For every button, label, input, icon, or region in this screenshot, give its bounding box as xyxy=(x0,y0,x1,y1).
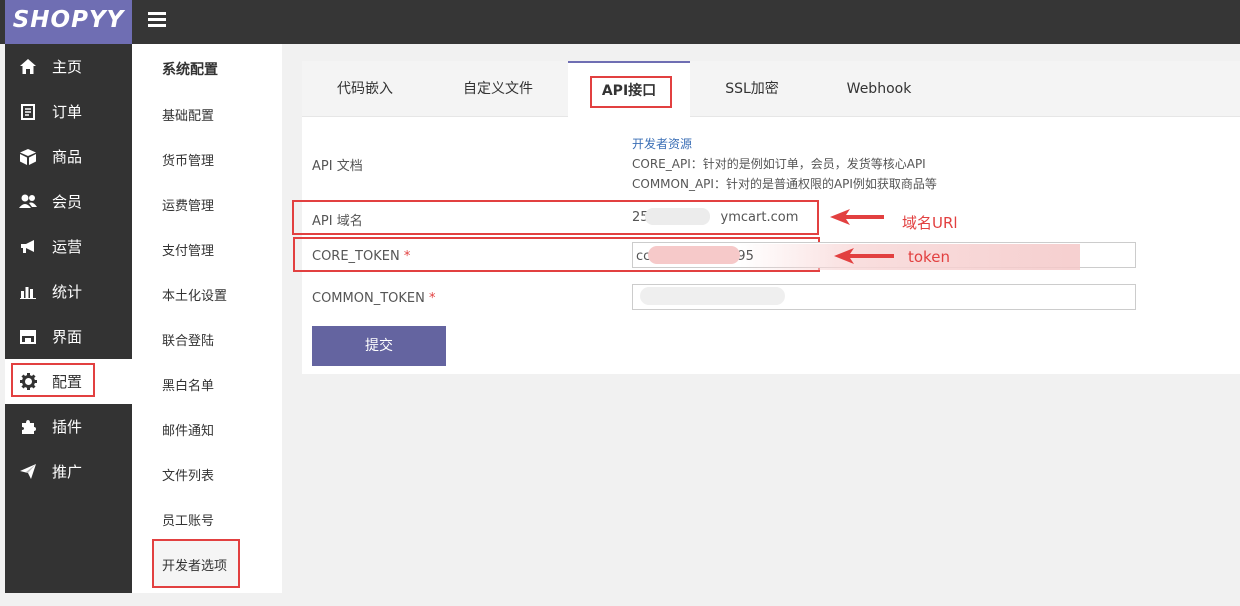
sidebar-item-label: 商品 xyxy=(52,148,83,166)
submenu-item-basic[interactable]: 基础配置 xyxy=(162,105,214,124)
api-domain-label: API 域名 xyxy=(312,214,363,229)
developer-resources-link[interactable]: 开发者资源 xyxy=(632,135,692,152)
sidebar-item-label: 运营 xyxy=(52,238,83,256)
sidebar-item-label: 会员 xyxy=(52,193,83,211)
submenu-item-currency[interactable]: 货币管理 xyxy=(162,150,214,169)
sidebar-item-home[interactable]: 主页 xyxy=(5,44,132,89)
sidebar-item-members[interactable]: 会员 xyxy=(5,179,132,224)
hamburger-menu-icon[interactable] xyxy=(148,12,166,28)
sidebar-item-label: 推广 xyxy=(52,463,83,481)
submenu-item-developer[interactable]: 开发者选项 xyxy=(162,555,227,574)
puzzle-icon xyxy=(19,418,37,436)
common-api-description: COMMON_API：针对的是普通权限的API例如获取商品等 xyxy=(632,177,937,191)
required-mark: * xyxy=(428,291,436,306)
users-icon xyxy=(19,193,37,211)
bar-chart-icon xyxy=(19,283,37,301)
sidebar-item-interface[interactable]: 界面 xyxy=(5,314,132,359)
redaction-blur xyxy=(645,208,710,225)
required-mark: * xyxy=(403,249,411,264)
sidebar-item-config[interactable]: 配置 xyxy=(5,359,132,404)
submenu-item-staff[interactable]: 员工账号 xyxy=(162,510,214,529)
common-token-label: COMMON_TOKEN * xyxy=(312,291,435,306)
submenu-item-files[interactable]: 文件列表 xyxy=(162,465,214,484)
arrow-domain-icon xyxy=(830,209,884,225)
redaction-blur xyxy=(640,287,785,305)
tab-code-embed[interactable]: 代码嵌入 xyxy=(322,61,408,117)
storefront-icon xyxy=(19,328,37,346)
redaction-blur xyxy=(648,246,740,264)
domain-value-end: ymcart.com xyxy=(720,210,799,225)
highlight-box xyxy=(11,363,95,397)
core-token-label: CORE_TOKEN * xyxy=(312,249,410,264)
sidebar-item-label: 主页 xyxy=(52,58,83,76)
send-icon xyxy=(19,463,37,481)
tab-custom-files[interactable]: 自定义文件 xyxy=(452,61,544,117)
sidebar-item-label: 界面 xyxy=(52,328,83,346)
arrow-token-icon xyxy=(834,248,894,264)
sidebar-item-label: 插件 xyxy=(52,418,83,436)
sidebar-item-plugins[interactable]: 插件 xyxy=(5,404,132,449)
submit-button[interactable]: 提交 xyxy=(312,326,446,366)
shopyy-logo[interactable]: SHOPYY xyxy=(5,0,132,44)
submenu-item-localization[interactable]: 本土化设置 xyxy=(162,285,227,304)
submenu-item-shipping[interactable]: 运费管理 xyxy=(162,195,214,214)
core-token-label-text: CORE_TOKEN xyxy=(312,249,400,264)
submenu-item-blacklist[interactable]: 黑白名单 xyxy=(162,375,214,394)
api-doc-label: API 文档 xyxy=(312,159,363,174)
core-api-description: CORE_API：针对的是例如订单，会员，发货等核心API xyxy=(632,157,926,171)
order-icon xyxy=(19,103,37,121)
sidebar-item-orders[interactable]: 订单 xyxy=(5,89,132,134)
main-sidebar: 主页 订单 商品 会员 运营 统计 界面 配置 插件 推广 xyxy=(5,44,132,593)
sidebar-item-stats[interactable]: 统计 xyxy=(5,269,132,314)
tab-ssl[interactable]: SSL加密 xyxy=(714,61,790,117)
tab-webhook[interactable]: Webhook xyxy=(834,61,924,117)
api-tab-highlight xyxy=(590,76,672,108)
common-token-label-text: COMMON_TOKEN xyxy=(312,291,425,306)
submenu-item-social-login[interactable]: 联合登陆 xyxy=(162,330,214,349)
submenu-title: 系统配置 xyxy=(162,62,218,78)
sidebar-item-operations[interactable]: 运营 xyxy=(5,224,132,269)
submenu-item-email[interactable]: 邮件通知 xyxy=(162,420,214,439)
megaphone-icon xyxy=(19,238,37,256)
annotation-token: token xyxy=(908,248,950,266)
sidebar-item-products[interactable]: 商品 xyxy=(5,134,132,179)
sidebar-item-promotion[interactable]: 推广 xyxy=(5,449,132,494)
top-bar: SHOPYY xyxy=(0,0,1240,44)
sidebar-item-label: 统计 xyxy=(52,283,83,301)
home-icon xyxy=(19,58,37,76)
submenu-item-payment[interactable]: 支付管理 xyxy=(162,240,214,259)
settings-tabs: 代码嵌入 自定义文件 API接口 SSL加密 Webhook xyxy=(302,61,1240,118)
sidebar-item-label: 订单 xyxy=(52,103,83,121)
system-config-submenu: 系统配置 基础配置 货币管理 运费管理 支付管理 本土化设置 联合登陆 黑白名单… xyxy=(132,44,282,593)
annotation-domain: 域名URl xyxy=(902,214,958,232)
box-icon xyxy=(19,148,37,166)
